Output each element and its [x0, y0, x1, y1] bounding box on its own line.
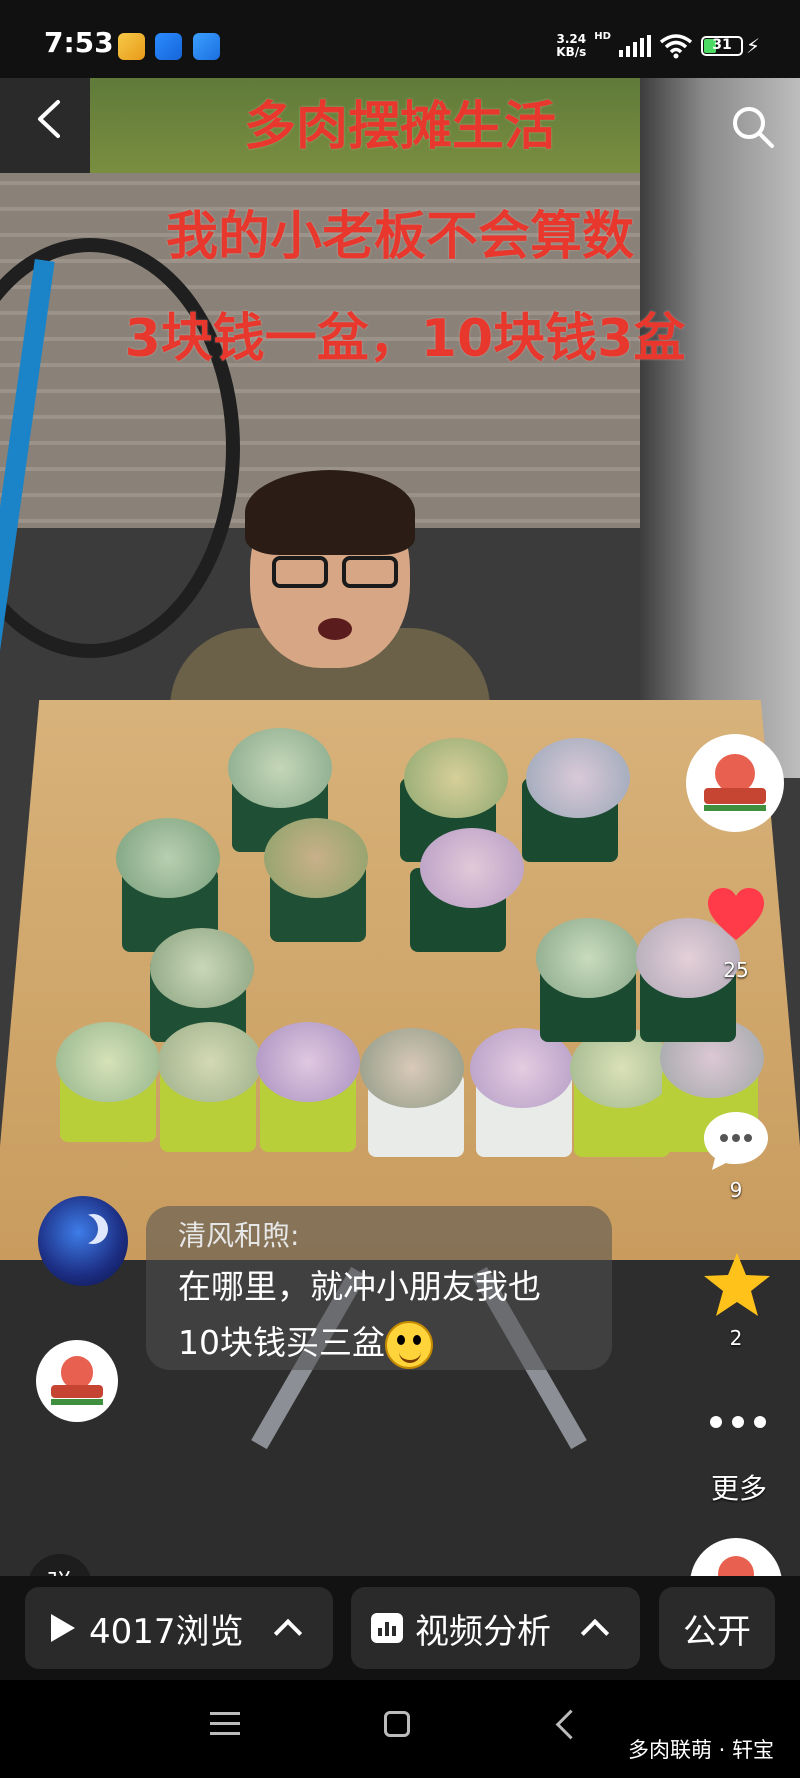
feishu-app-icon [155, 33, 182, 60]
caption-title: 多肉摆摊生活 [243, 97, 556, 157]
search-icon[interactable] [730, 104, 776, 150]
status-time: 7:53 [44, 26, 114, 59]
comment-username: 清风和煦: [178, 1219, 300, 1252]
charging-icon: ⚡ [745, 34, 760, 58]
more-dots-icon[interactable] [708, 1414, 768, 1430]
network-speed: 3.24 KB/s [556, 33, 586, 59]
scene-tent [640, 78, 800, 778]
video-analysis-label: 视频分析 [415, 1611, 551, 1652]
like-count: 25 [723, 958, 749, 982]
status-indicators: 3.24 KB/s HD 31 ⚡ [556, 30, 760, 62]
scene-child-mouth [318, 618, 352, 640]
smile-emoji-icon [385, 1320, 433, 1369]
comment-bubble-icon[interactable] [702, 1110, 770, 1172]
chevron-up-icon [273, 1618, 302, 1648]
sharer-avatar[interactable] [36, 1340, 118, 1422]
video-analysis-button[interactable]: 视频分析 [351, 1587, 640, 1669]
play-icon [51, 1614, 75, 1642]
video-player[interactable]: 多肉摆摊生活 我的小老板不会算数 3块钱一盆，10块钱3盆 25 9 2 更多 … [0, 78, 800, 1576]
back-arrow-icon[interactable] [30, 98, 72, 140]
comment-count: 9 [729, 1178, 743, 1202]
notes-app-icon [118, 33, 145, 60]
views-label: 4017浏览 [89, 1611, 244, 1652]
scene-child-hair [245, 470, 415, 555]
favorite-count: 2 [729, 1326, 743, 1350]
back-chevron-icon[interactable] [555, 1709, 586, 1740]
status-bar: 7:53 3.24 KB/s HD 31 ⚡ [0, 0, 800, 78]
message-app-icon [193, 33, 220, 60]
battery-level: 31 [712, 37, 732, 53]
network-speed-unit: KB/s [556, 45, 587, 59]
comment-text: 10块钱买三盆 [178, 1323, 385, 1362]
author-avatar[interactable] [686, 734, 784, 832]
more-label[interactable]: 更多 [700, 1467, 778, 1507]
wifi-icon [659, 34, 693, 59]
views-button[interactable]: 4017浏览 [25, 1587, 333, 1669]
signal-icon [618, 35, 651, 57]
commenter-avatar[interactable] [38, 1196, 128, 1286]
network-type: HD [594, 31, 611, 42]
caption-line-2: 我的小老板不会算数 [165, 207, 634, 267]
recents-menu-icon[interactable] [210, 1712, 240, 1736]
home-square-icon[interactable] [384, 1711, 410, 1737]
chevron-up-icon [580, 1618, 610, 1648]
like-heart-icon[interactable] [706, 886, 766, 942]
favorite-star-icon[interactable] [702, 1251, 772, 1319]
battery-icon: 31 ⚡ [700, 34, 760, 58]
comment-text-line-2: 10块钱买三盆 [178, 1316, 433, 1369]
public-button[interactable]: 公开 [659, 1587, 775, 1669]
caption-line-3: 3块钱一盆，10块钱3盆 [124, 309, 686, 369]
bar-chart-icon [371, 1613, 403, 1643]
scene-child-glasses [272, 556, 400, 590]
watermark-text: 多肉联萌 · 轩宝 [628, 1738, 775, 1762]
action-bar: 4017浏览 视频分析 公开 [0, 1576, 800, 1680]
comment-text-line-1: 在哪里，就冲小朋友我也 [178, 1267, 541, 1306]
